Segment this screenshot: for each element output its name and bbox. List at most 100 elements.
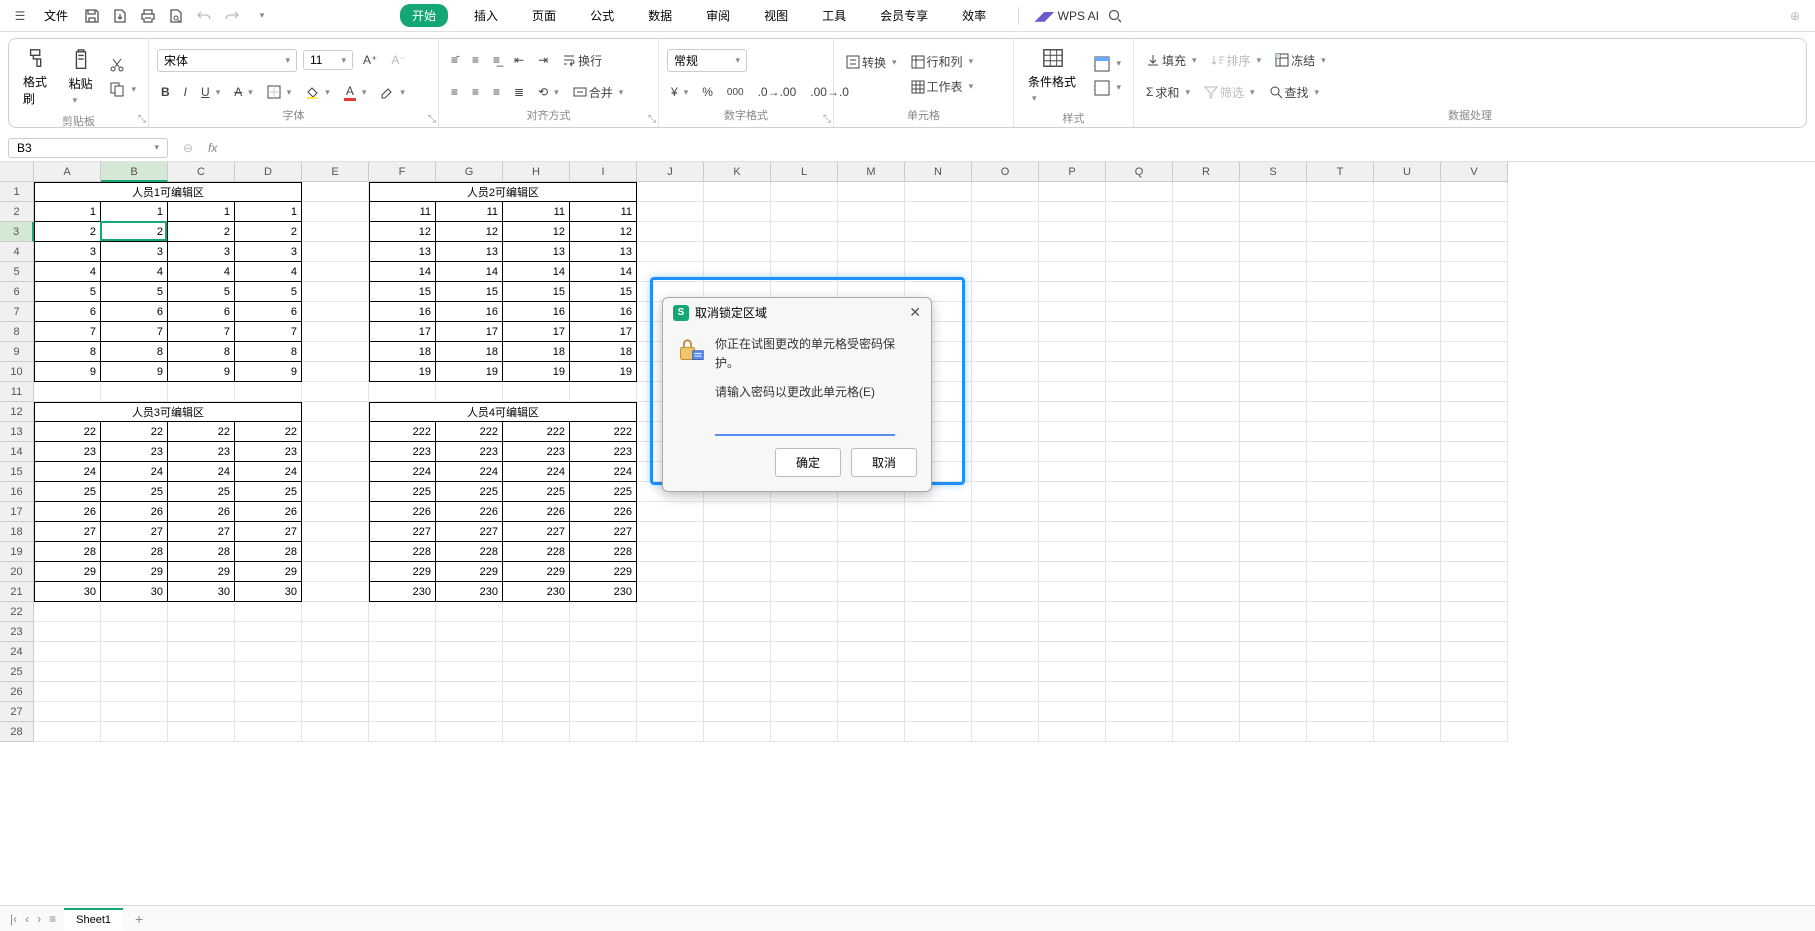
- cell-B7[interactable]: 6: [101, 302, 168, 322]
- cell-E9[interactable]: [302, 342, 369, 362]
- cell-D22[interactable]: [235, 602, 302, 622]
- inc-decimal-button[interactable]: .0→.00: [754, 83, 801, 101]
- row-header-10[interactable]: 10: [0, 362, 34, 382]
- cell-A24[interactable]: [34, 642, 101, 662]
- cell-B6[interactable]: 5: [101, 282, 168, 302]
- cell-C28[interactable]: [168, 722, 235, 742]
- bold-button[interactable]: B: [157, 83, 174, 101]
- cell-G18[interactable]: 227: [436, 522, 503, 542]
- cell-U27[interactable]: [1374, 702, 1441, 722]
- cell-M24[interactable]: [838, 642, 905, 662]
- cell-A28[interactable]: [34, 722, 101, 742]
- cell-V23[interactable]: [1441, 622, 1508, 642]
- cell-G4[interactable]: 13: [436, 242, 503, 262]
- cell-H20[interactable]: 229: [503, 562, 570, 582]
- cell-U22[interactable]: [1374, 602, 1441, 622]
- cell-U8[interactable]: [1374, 322, 1441, 342]
- cell-O28[interactable]: [972, 722, 1039, 742]
- export-icon[interactable]: [108, 4, 132, 28]
- cell-I27[interactable]: [570, 702, 637, 722]
- cell-J23[interactable]: [637, 622, 704, 642]
- cell-S14[interactable]: [1240, 442, 1307, 462]
- menu-tab-1[interactable]: 插入: [466, 4, 506, 27]
- col-header-E[interactable]: E: [302, 162, 369, 182]
- cell-B24[interactable]: [101, 642, 168, 662]
- cell-A25[interactable]: [34, 662, 101, 682]
- col-header-A[interactable]: A: [34, 162, 101, 182]
- cell-O27[interactable]: [972, 702, 1039, 722]
- cell-P27[interactable]: [1039, 702, 1106, 722]
- cell-C21[interactable]: 30: [168, 582, 235, 602]
- tab-first-icon[interactable]: |‹: [8, 912, 19, 926]
- cell-F20[interactable]: 229: [369, 562, 436, 582]
- cell-C23[interactable]: [168, 622, 235, 642]
- cell-Q5[interactable]: [1106, 262, 1173, 282]
- cell-O5[interactable]: [972, 262, 1039, 282]
- cell-T2[interactable]: [1307, 202, 1374, 222]
- cell-I15[interactable]: 224: [570, 462, 637, 482]
- cell-S15[interactable]: [1240, 462, 1307, 482]
- cell-D19[interactable]: 28: [235, 542, 302, 562]
- cell-U26[interactable]: [1374, 682, 1441, 702]
- cell-B27[interactable]: [101, 702, 168, 722]
- cell-F22[interactable]: [369, 602, 436, 622]
- menu-tab-0[interactable]: 开始: [400, 4, 448, 27]
- file-menu[interactable]: 文件: [36, 4, 76, 27]
- cell-B13[interactable]: 22: [101, 422, 168, 442]
- row-header-20[interactable]: 20: [0, 562, 34, 582]
- cell-G11[interactable]: [436, 382, 503, 402]
- cell-T6[interactable]: [1307, 282, 1374, 302]
- cell-U17[interactable]: [1374, 502, 1441, 522]
- italic-button[interactable]: I: [180, 83, 191, 101]
- cell-P24[interactable]: [1039, 642, 1106, 662]
- dialog-close-button[interactable]: ✕: [909, 304, 921, 321]
- cell-K26[interactable]: [704, 682, 771, 702]
- cell-N24[interactable]: [905, 642, 972, 662]
- font-size-select[interactable]: 11▾: [303, 50, 353, 70]
- cell-D25[interactable]: [235, 662, 302, 682]
- row-header-19[interactable]: 19: [0, 542, 34, 562]
- cell-Q2[interactable]: [1106, 202, 1173, 222]
- cell-O4[interactable]: [972, 242, 1039, 262]
- cell-E19[interactable]: [302, 542, 369, 562]
- cell-N21[interactable]: [905, 582, 972, 602]
- cell-S16[interactable]: [1240, 482, 1307, 502]
- cell-H26[interactable]: [503, 682, 570, 702]
- cell-N19[interactable]: [905, 542, 972, 562]
- cell-J4[interactable]: [637, 242, 704, 262]
- menu-tab-8[interactable]: 会员专享: [872, 4, 936, 27]
- cell-V25[interactable]: [1441, 662, 1508, 682]
- col-header-O[interactable]: O: [972, 162, 1039, 182]
- cell-E7[interactable]: [302, 302, 369, 322]
- cell-I13[interactable]: 222: [570, 422, 637, 442]
- align-top-button[interactable]: ≡̄: [447, 51, 462, 69]
- cell-Q25[interactable]: [1106, 662, 1173, 682]
- cell-L23[interactable]: [771, 622, 838, 642]
- cell-A2[interactable]: 1: [34, 202, 101, 222]
- cell-U7[interactable]: [1374, 302, 1441, 322]
- cell-Q3[interactable]: [1106, 222, 1173, 242]
- cell-A21[interactable]: 30: [34, 582, 101, 602]
- cell-Q7[interactable]: [1106, 302, 1173, 322]
- cell-Q19[interactable]: [1106, 542, 1173, 562]
- cell-A6[interactable]: 5: [34, 282, 101, 302]
- cell-O7[interactable]: [972, 302, 1039, 322]
- cell-F14[interactable]: 223: [369, 442, 436, 462]
- cell-P9[interactable]: [1039, 342, 1106, 362]
- comma-button[interactable]: 000: [723, 85, 748, 100]
- cell-V13[interactable]: [1441, 422, 1508, 442]
- cell-U10[interactable]: [1374, 362, 1441, 382]
- col-header-U[interactable]: U: [1374, 162, 1441, 182]
- cell-B16[interactable]: 25: [101, 482, 168, 502]
- cell-Q9[interactable]: [1106, 342, 1173, 362]
- save-icon[interactable]: [80, 4, 104, 28]
- cell-B25[interactable]: [101, 662, 168, 682]
- fx-icon[interactable]: fx: [208, 141, 217, 155]
- cell-N28[interactable]: [905, 722, 972, 742]
- cell-T16[interactable]: [1307, 482, 1374, 502]
- cell-A18[interactable]: 27: [34, 522, 101, 542]
- cell-S27[interactable]: [1240, 702, 1307, 722]
- cell-T8[interactable]: [1307, 322, 1374, 342]
- cell-J18[interactable]: [637, 522, 704, 542]
- cell-T25[interactable]: [1307, 662, 1374, 682]
